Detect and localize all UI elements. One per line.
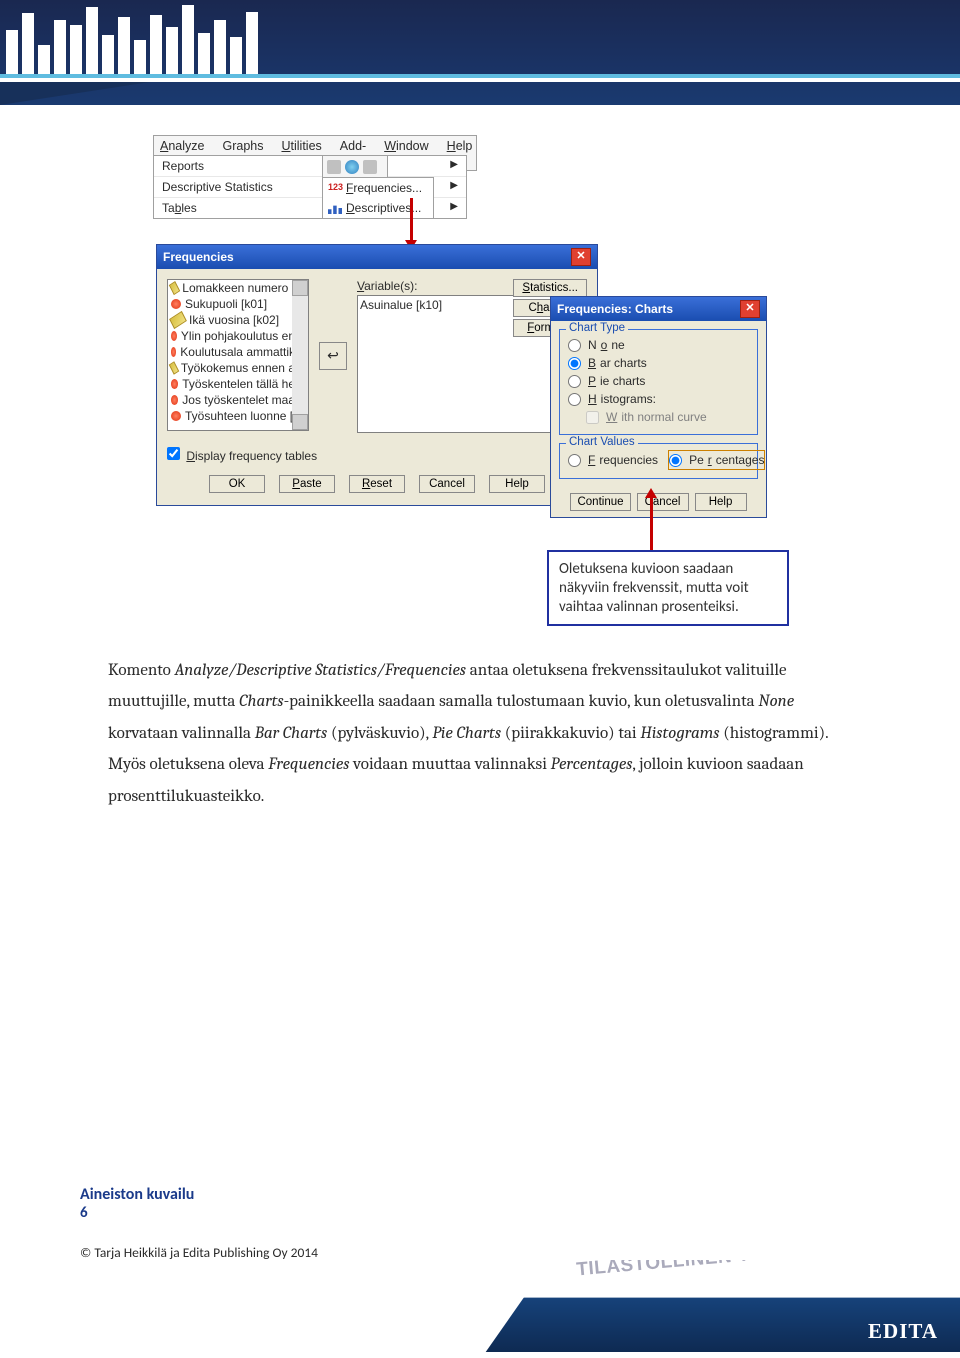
frequencies-charts-dialog: Frequencies: Charts ✕ Chart Type None Ba… [550, 296, 767, 518]
footer-decoration: TILASTOLLINEN TUTKIMUS EDITA [0, 1260, 960, 1358]
move-variable-button[interactable]: ↩ [319, 342, 347, 370]
cancel-button[interactable]: Cancel [419, 475, 475, 493]
statistics-button[interactable]: Statistics... [513, 279, 587, 297]
chart-values-group: Chart Values Frequencies Percentages [559, 443, 758, 479]
help-button[interactable]: Help [695, 493, 747, 511]
frequencies-icon: 123 [328, 182, 342, 194]
annotation-arrow-down [410, 198, 413, 242]
nominal-icon [171, 347, 176, 357]
scale-icon [169, 281, 181, 295]
header-bars-decor [0, 0, 258, 75]
radio-pie-charts[interactable]: Pie charts [568, 372, 749, 390]
footer-title: Aineiston kuvailu [80, 1185, 960, 1204]
close-icon[interactable]: ✕ [571, 248, 591, 266]
help-button[interactable]: Help [489, 475, 545, 493]
toolbar-icon-1[interactable] [327, 160, 341, 174]
continue-button[interactable]: Continue [570, 493, 630, 511]
close-icon[interactable]: ✕ [740, 300, 760, 318]
chart-type-legend: Chart Type [566, 322, 628, 334]
page-footer: Aineiston kuvailu 6 © Tarja Heikkilä ja … [80, 1185, 960, 1261]
nominal-icon [171, 395, 178, 405]
submenu-frequencies[interactable]: 123Frequencies... [323, 178, 433, 198]
display-freq-tables-checkbox[interactable]: Display frequency tables [167, 449, 317, 463]
nominal-icon [171, 411, 181, 421]
toolbar-icon-3[interactable] [363, 160, 377, 174]
descriptive-submenu: 123Frequencies... Descriptives... [322, 177, 434, 219]
footer-copyright: © Tarja Heikkilä ja Edita Publishing Oy … [80, 1244, 960, 1261]
radio-none[interactable]: None [568, 336, 749, 354]
submenu-descriptives[interactable]: Descriptives... [323, 198, 433, 218]
annotation-arrow-up [650, 498, 653, 550]
scroll-up-icon[interactable] [292, 280, 308, 296]
charts-title: Frequencies: Charts [557, 302, 673, 316]
paste-button[interactable]: Paste [279, 475, 335, 493]
nominal-icon [171, 379, 178, 389]
nominal-icon [171, 331, 177, 341]
chart-type-group: Chart Type None Bar charts Pie charts Hi… [559, 329, 758, 435]
radio-frequencies[interactable]: Frequencies [568, 450, 658, 470]
callout-box: Oletuksena kuvioon saadaan näkyviin frek… [547, 550, 789, 626]
footer-edita-logo: EDITA [868, 1319, 938, 1344]
frequencies-title: Frequencies [163, 250, 234, 264]
scale-icon [169, 311, 187, 329]
reset-button[interactable]: Reset [349, 475, 405, 493]
checkbox-normal-curve: With normal curve [586, 408, 749, 426]
available-variables-list[interactable]: Lomakkeen numero [... Sukupuoli [k01] Ik… [167, 279, 309, 431]
menu-item-reports[interactable]: Reports▶ [154, 156, 466, 177]
toolbar-icons-row [322, 155, 388, 179]
radio-bar-charts[interactable]: Bar charts [568, 354, 749, 372]
footer-page: 6 [80, 1204, 960, 1222]
radio-percentages[interactable]: Percentages [668, 450, 765, 470]
nominal-icon [171, 299, 181, 309]
charts-titlebar: Frequencies: Charts ✕ [551, 297, 766, 321]
frequencies-titlebar: Frequencies ✕ [157, 245, 597, 269]
scroll-down-icon[interactable] [292, 414, 308, 430]
ok-button[interactable]: OK [209, 475, 265, 493]
chart-values-legend: Chart Values [566, 436, 638, 448]
frequencies-dialog: Frequencies ✕ Lomakkeen numero [... Suku… [156, 244, 598, 506]
toolbar-icon-2[interactable] [345, 160, 359, 174]
listbox-scrollbar[interactable] [292, 280, 308, 430]
header-band [0, 0, 960, 105]
body-paragraph: Komento Analyze/Descriptive Statistics/F… [108, 655, 848, 812]
descriptives-icon [328, 202, 342, 214]
radio-histograms[interactable]: Histograms: [568, 390, 749, 408]
scale-icon [169, 361, 179, 374]
